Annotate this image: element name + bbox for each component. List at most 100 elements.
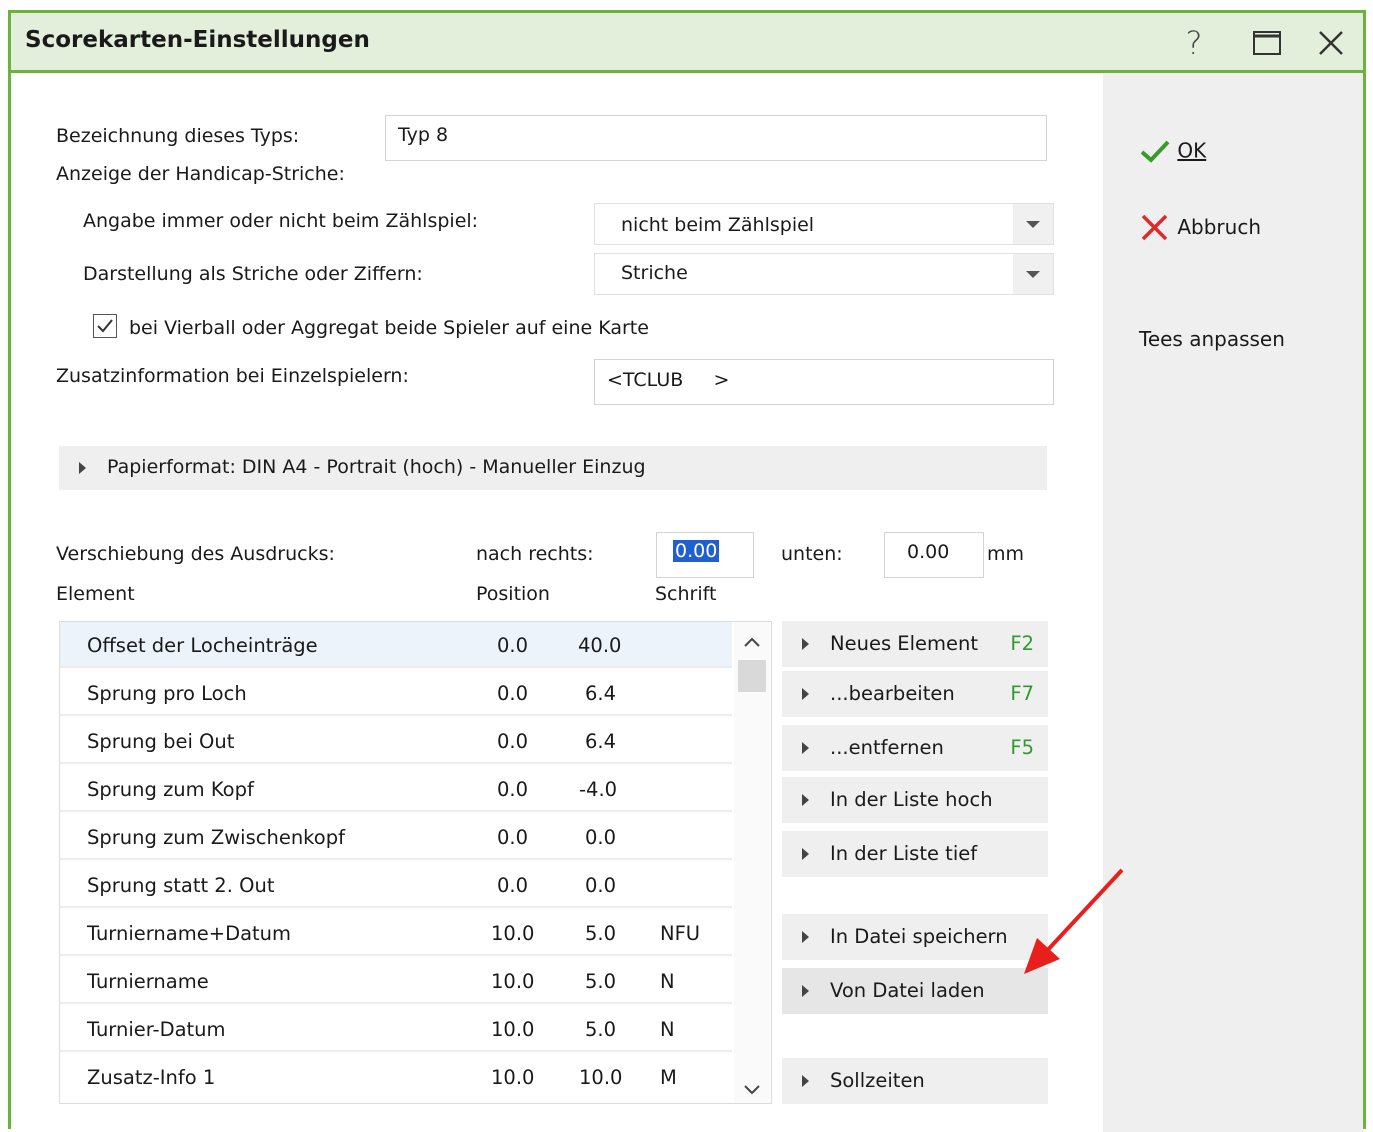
dialog-title: Scorekarten-Einstellungen (25, 27, 370, 53)
right-offset-value: 0.00 (673, 540, 720, 562)
cell-y: 5.0 (585, 970, 617, 993)
cell-element: Turnier-Datum (87, 1018, 226, 1041)
angabe-select[interactable]: nicht beim Zählspiel (594, 203, 1054, 245)
cell-x: 10.0 (491, 970, 535, 993)
table-row[interactable]: Sprung statt 2. Out 0.0 0.0 (60, 862, 732, 908)
arrow-right-icon (802, 1075, 809, 1087)
cell-element: Sprung zum Zwischenkopf (87, 826, 345, 849)
cell-y: 5.0 (585, 1018, 617, 1041)
dropdown-toggle[interactable] (1013, 254, 1053, 294)
edit-element-button[interactable]: ...bearbeiten F7 (782, 671, 1048, 717)
chevron-down-icon (1026, 220, 1040, 228)
load-from-file-button[interactable]: Von Datei laden (782, 968, 1048, 1014)
vierball-label: bei Vierball oder Aggregat beide Spieler… (129, 317, 649, 339)
check-icon (97, 319, 113, 333)
button-label: ...entfernen (830, 736, 944, 759)
cell-y: 10.0 (579, 1066, 623, 1089)
new-element-button[interactable]: Neues Element F2 (782, 621, 1048, 667)
arrow-right-icon (802, 794, 809, 806)
table-row[interactable]: Turniername+Datum 10.0 5.0 NFU (60, 910, 732, 956)
table-row[interactable]: Turniername 10.0 5.0 N (60, 958, 732, 1004)
tees-button[interactable]: Tees anpassen (1139, 327, 1285, 351)
table-row[interactable]: Sprung pro Loch 0.0 6.4 (60, 670, 732, 716)
shift-label: Verschiebung des Ausdrucks: (56, 543, 335, 565)
unit-label: mm (987, 543, 1025, 565)
arrow-right-icon (802, 985, 809, 997)
cell-y: 0.0 (585, 874, 617, 897)
down-offset-input[interactable]: 0.00 (884, 532, 984, 578)
cell-x: 10.0 (491, 922, 535, 945)
ok-button[interactable]: OK (1139, 137, 1206, 164)
expand-arrow-icon (79, 462, 86, 474)
annotation-arrow-icon (1024, 868, 1124, 974)
elements-list[interactable]: Offset der Locheinträge 0.0 40.0 Sprung … (59, 621, 772, 1104)
move-down-button[interactable]: In der Liste tief (782, 831, 1048, 877)
paper-format-expander[interactable]: Papierformat: DIN A4 - Portrait (hoch) -… (59, 446, 1047, 490)
cell-y: 40.0 (578, 634, 622, 657)
header-element: Element (56, 583, 135, 605)
cancel-button[interactable]: Abbruch (1139, 213, 1261, 241)
chevron-up-icon[interactable] (734, 628, 770, 658)
darstellung-select[interactable]: Striche (594, 253, 1054, 295)
scrollbar-thumb[interactable] (738, 660, 766, 692)
cell-x: 0.0 (497, 874, 529, 897)
cell-y: 6.4 (585, 682, 617, 705)
table-row[interactable]: Offset der Locheinträge 0.0 40.0 (60, 622, 732, 668)
x-icon (1141, 214, 1168, 241)
table-row[interactable]: Sprung zum Kopf 0.0 -4.0 (60, 766, 732, 812)
cell-element: Zusatz-Info 1 (87, 1066, 216, 1089)
sollzeiten-button[interactable]: Sollzeiten (782, 1058, 1048, 1104)
arrow-right-icon (802, 848, 809, 860)
cell-element: Offset der Locheinträge (87, 634, 318, 657)
table-row[interactable]: Turnier-Datum 10.0 5.0 N (60, 1006, 732, 1052)
title-bar: Scorekarten-Einstellungen ? (11, 13, 1363, 73)
close-icon (1319, 31, 1343, 55)
cell-x: 0.0 (497, 826, 529, 849)
button-label: Sollzeiten (830, 1069, 925, 1092)
name-input[interactable]: Typ 8 (385, 115, 1047, 161)
cell-element: Sprung statt 2. Out (87, 874, 275, 897)
cell-element: Turniername+Datum (87, 922, 292, 945)
shortcut-key: F7 (1010, 682, 1034, 705)
paper-format-label: Papierformat: DIN A4 - Portrait (hoch) -… (107, 456, 646, 478)
down-label: unten: (781, 543, 843, 565)
button-label: Von Datei laden (830, 979, 985, 1002)
table-row[interactable]: Sprung bei Out 0.0 6.4 (60, 718, 732, 764)
table-row[interactable]: Sprung zum Zwischenkopf 0.0 0.0 (60, 814, 732, 860)
tees-label: Tees anpassen (1139, 327, 1285, 351)
darstellung-value: Striche (621, 262, 688, 284)
dialog-window: Scorekarten-Einstellungen ? OK Abbruch T… (8, 10, 1366, 1132)
shortcut-key: F5 (1010, 736, 1034, 759)
remove-element-button[interactable]: ...entfernen F5 (782, 725, 1048, 771)
button-label: ...bearbeiten (830, 682, 955, 705)
close-button[interactable] (1311, 23, 1351, 63)
maximize-icon (1253, 31, 1281, 55)
arrow-right-icon (802, 931, 809, 943)
maximize-button[interactable] (1247, 23, 1287, 63)
checkmark-icon (1140, 140, 1170, 163)
question-icon: ? (1185, 24, 1203, 62)
cell-element: Sprung pro Loch (87, 682, 247, 705)
right-offset-input[interactable]: 0.00 (656, 532, 754, 578)
vierball-checkbox[interactable] (93, 314, 117, 338)
help-button[interactable]: ? (1174, 23, 1214, 63)
chevron-down-icon[interactable] (734, 1074, 770, 1104)
move-up-button[interactable]: In der Liste hoch (782, 777, 1048, 823)
button-label: Neues Element (830, 632, 979, 655)
cell-font: M (660, 1066, 677, 1089)
dropdown-toggle[interactable] (1013, 204, 1053, 244)
list-scrollbar[interactable] (734, 622, 770, 1103)
handicap-label: Anzeige der Handicap-Striche: (56, 163, 345, 185)
button-label: In Datei speichern (830, 925, 1008, 948)
cell-x: 0.0 (497, 634, 529, 657)
cell-element: Sprung zum Kopf (87, 778, 254, 801)
chevron-down-icon (1026, 270, 1040, 278)
ok-label: OK (1177, 138, 1207, 163)
arrow-right-icon (802, 742, 809, 754)
table-row[interactable]: Zusatz-Info 1 10.0 10.0 M (60, 1054, 732, 1100)
cell-x: 0.0 (497, 778, 529, 801)
cell-element: Turniername (87, 970, 209, 993)
zusatz-input[interactable]: <TCLUB > (594, 359, 1054, 405)
cell-element: Sprung bei Out (87, 730, 235, 753)
save-to-file-button[interactable]: In Datei speichern (782, 914, 1048, 960)
